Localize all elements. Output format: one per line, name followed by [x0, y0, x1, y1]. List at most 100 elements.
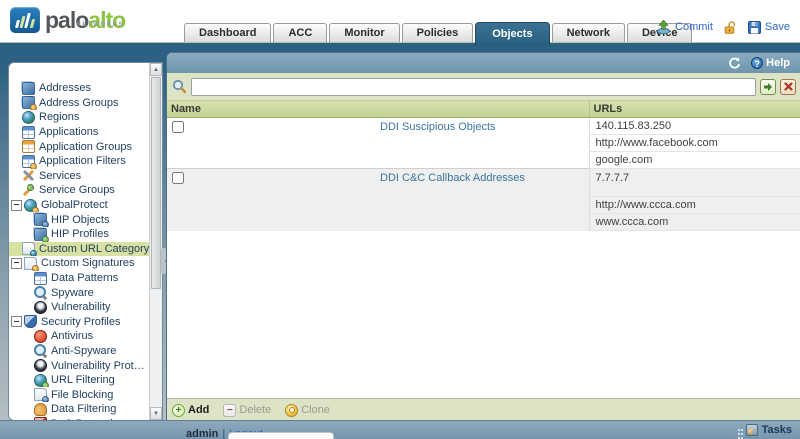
security-profiles-icon	[24, 315, 37, 328]
sidebar-item-custom-signatures[interactable]: Custom Signatures	[9, 256, 150, 271]
tab-acc[interactable]: ACC	[273, 23, 327, 42]
commit-button[interactable]: Commit	[656, 20, 713, 34]
antivirus-icon	[34, 330, 47, 343]
url-category-name-link[interactable]: DDI C&C Callback Addresses	[378, 169, 589, 231]
sidebar-item-application-groups[interactable]: Application Groups	[9, 139, 150, 154]
help-button[interactable]: ? Help	[751, 57, 790, 69]
address-groups-icon	[22, 96, 35, 109]
sidebar-item-label: Spyware	[51, 287, 94, 299]
tab-objects[interactable]: Objects	[475, 22, 549, 46]
unlock-button[interactable]	[724, 21, 737, 34]
object-tree-sidebar: AddressesAddress GroupsRegionsApplicatio…	[8, 62, 163, 421]
content-toolbar: ? Help	[167, 53, 800, 73]
commit-icon	[656, 20, 671, 34]
sidebar-item-url-filtering[interactable]: URL Filtering	[9, 373, 150, 388]
tab-network[interactable]: Network	[552, 23, 625, 42]
checkbox-cell	[167, 118, 378, 169]
applications-icon	[22, 126, 35, 139]
tasks-icon	[746, 424, 758, 436]
column-header-urls[interactable]: URLs	[589, 101, 800, 118]
sidebar-item-service-groups[interactable]: Service Groups	[9, 183, 150, 198]
header-actions: Commit Save	[656, 20, 790, 34]
sidebar-item-label: HIP Profiles	[51, 228, 109, 240]
hip-profiles-icon	[34, 228, 47, 241]
main-nav-tabs: DashboardACCMonitorPoliciesObjectsNetwor…	[183, 0, 693, 42]
tasks-button[interactable]: Tasks	[738, 424, 792, 436]
refresh-button[interactable]	[727, 57, 741, 70]
sidebar-item-label: Addresses	[39, 82, 91, 94]
custom-url-category-icon	[22, 242, 35, 255]
sidebar-item-data-filtering[interactable]: Data Filtering	[9, 402, 150, 417]
grip-dots-icon	[738, 429, 740, 431]
sidebar-item-label: Anti-Spyware	[51, 345, 116, 357]
url-category-name-link[interactable]: DDI Suscipious Objects	[378, 118, 589, 169]
sidebar-item-hip-profiles[interactable]: HIP Profiles	[9, 227, 150, 242]
apply-filter-button[interactable]	[760, 79, 776, 95]
url-value: 7.7.7.7	[589, 169, 800, 197]
firewall-admin-window: paloalto NETWORKS DashboardACCMonitorPol…	[0, 0, 800, 439]
collapse-expander-icon[interactable]	[11, 200, 22, 211]
sidebar-item-label: File Blocking	[51, 389, 113, 401]
sidebar-item-label: Security Profiles	[41, 316, 120, 328]
tab-dashboard[interactable]: Dashboard	[184, 23, 271, 42]
sidebar-item-label: Custom Signatures	[41, 257, 135, 269]
delete-minus-icon: −	[223, 404, 236, 417]
sidebar-item-label: Application Groups	[39, 141, 132, 153]
collapse-expander-icon[interactable]	[11, 316, 22, 327]
add-label: Add	[188, 404, 209, 416]
tab-monitor[interactable]: Monitor	[329, 23, 399, 42]
sidebar-item-security-profiles[interactable]: Security Profiles	[9, 315, 150, 330]
add-plus-icon: +	[172, 404, 185, 417]
add-button[interactable]: + Add	[172, 404, 209, 417]
sidebar-item-file-blocking[interactable]: File Blocking	[9, 387, 150, 402]
sidebar-item-applications[interactable]: Applications	[9, 125, 150, 140]
service-groups-icon	[22, 184, 35, 197]
sidebar-item-vulnerability[interactable]: Vulnerability	[9, 300, 150, 315]
row-checkbox[interactable]	[172, 121, 184, 133]
scrollbar-thumb[interactable]	[151, 77, 161, 289]
vulnerability-protection-icon	[34, 359, 47, 372]
tasks-label: Tasks	[762, 424, 792, 436]
delete-button[interactable]: − Delete	[223, 404, 271, 417]
custom-signatures-icon	[24, 257, 37, 270]
refresh-icon	[727, 57, 741, 70]
sidebar-item-custom-url-category[interactable]: Custom URL Category	[9, 242, 150, 257]
sidebar-item-address-groups[interactable]: Address Groups	[9, 96, 150, 111]
url-value: http://www.ccca.com	[589, 197, 800, 214]
search-input[interactable]	[191, 78, 756, 96]
top-header: paloalto NETWORKS DashboardACCMonitorPol…	[0, 0, 800, 43]
table-row: DDI C&C Callback Addresses7.7.7.7	[167, 169, 800, 197]
row-checkbox[interactable]	[172, 172, 184, 184]
sidebar-item-data-patterns[interactable]: Data Patterns	[9, 271, 150, 286]
column-header-name[interactable]: Name	[167, 101, 589, 118]
url-value: http://www.facebook.com	[589, 135, 800, 152]
tab-policies[interactable]: Policies	[402, 23, 474, 42]
sidebar-item-label: Data Filtering	[51, 403, 116, 415]
sidebar-item-spyware[interactable]: Spyware	[9, 285, 150, 300]
commit-label: Commit	[675, 21, 713, 33]
sidebar-item-application-filters[interactable]: Application Filters	[9, 154, 150, 169]
sidebar-item-addresses[interactable]: Addresses	[9, 81, 150, 96]
sidebar-item-hip-objects[interactable]: HIP Objects	[9, 212, 150, 227]
sidebar-item-anti-spyware[interactable]: Anti-Spyware	[9, 344, 150, 359]
sidebar-item-services[interactable]: Services	[9, 169, 150, 184]
collapse-expander-icon[interactable]	[11, 258, 22, 269]
sidebar-item-antivirus[interactable]: Antivirus	[9, 329, 150, 344]
brand-networks: NETWORKS	[76, 12, 124, 38]
sidebar-item-regions[interactable]: Regions	[9, 110, 150, 125]
clear-filter-button[interactable]	[780, 79, 796, 95]
anti-spyware-icon	[34, 344, 47, 357]
url-value: www.ccca.com	[589, 214, 800, 231]
clone-label: Clone	[301, 404, 330, 416]
clone-button[interactable]: Clone	[285, 404, 330, 417]
logged-in-user: admin	[186, 428, 218, 439]
sidebar-item-vulnerability-protection[interactable]: Vulnerability Protection	[9, 358, 150, 373]
sidebar-item-globalprotect[interactable]: GlobalProtect	[9, 198, 150, 213]
paloalto-logo-icon	[10, 7, 40, 33]
sidebar-item-label: Data Patterns	[51, 272, 118, 284]
clipped-popup	[228, 432, 334, 439]
save-icon	[748, 21, 761, 34]
sidebar-item-label: Antivirus	[51, 330, 93, 342]
addresses-icon	[22, 82, 35, 95]
save-button[interactable]: Save	[748, 21, 790, 34]
